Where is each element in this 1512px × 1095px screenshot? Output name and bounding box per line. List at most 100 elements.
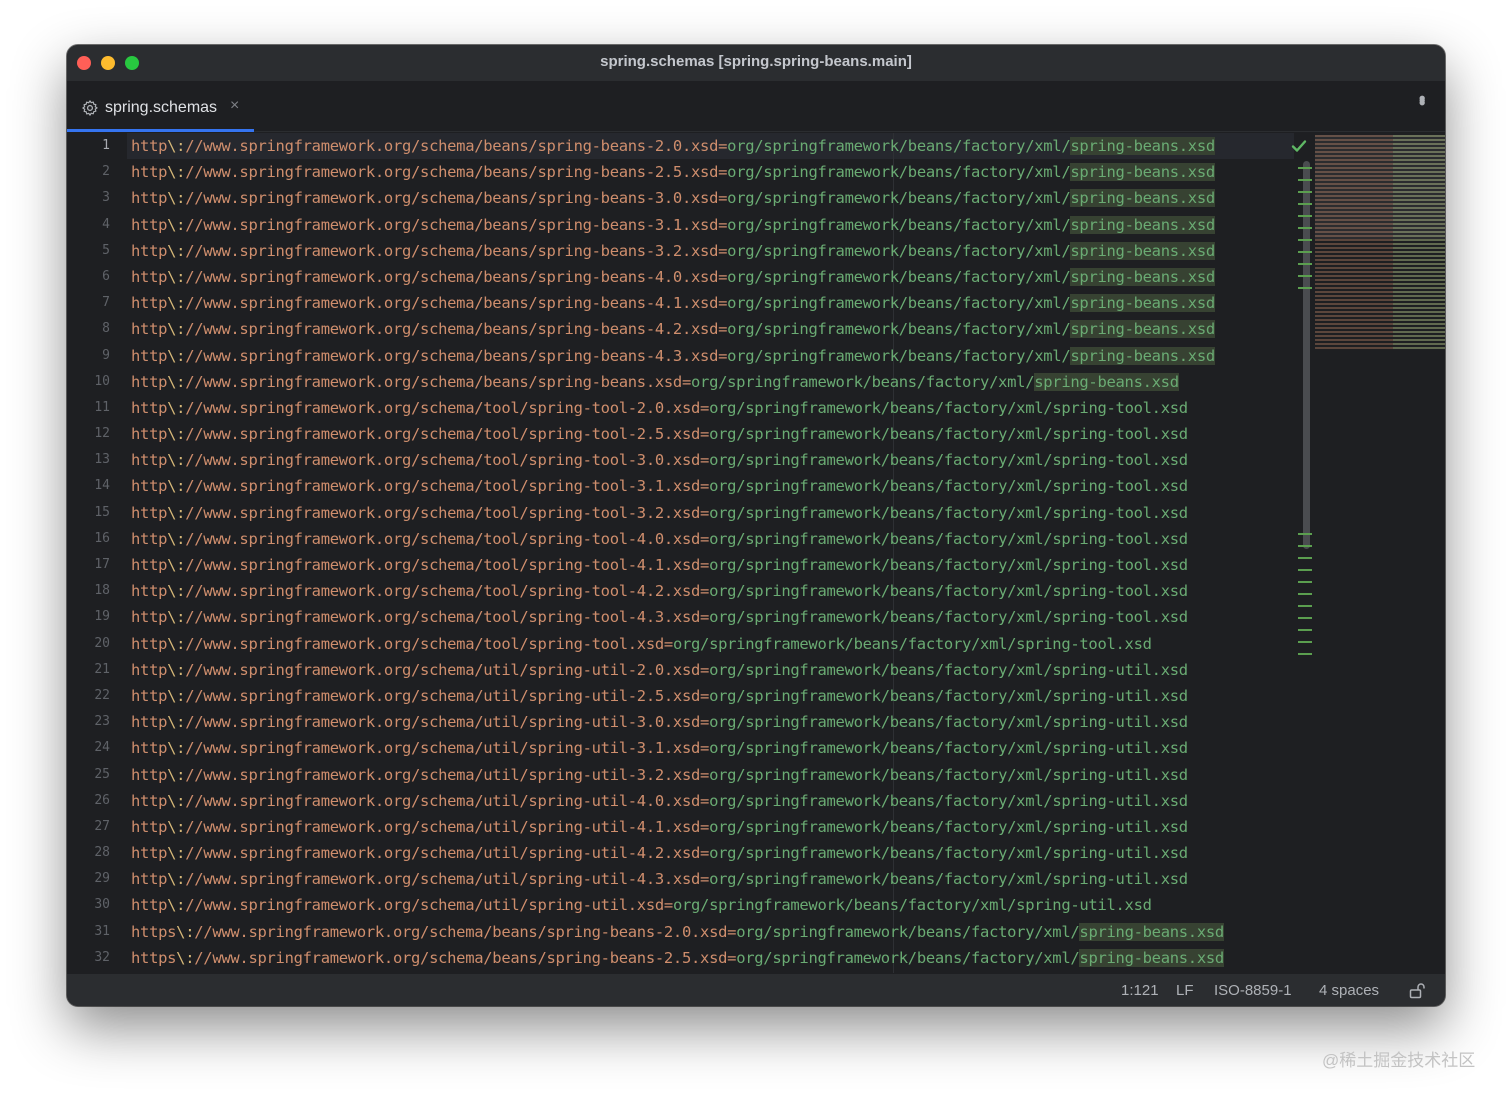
code-line: http\://www.springframework.org/schema/u… <box>127 866 1294 892</box>
code-line: http\://www.springframework.org/schema/t… <box>127 447 1294 473</box>
code-line: http\://www.springframework.org/schema/t… <box>127 421 1294 447</box>
property-value-file: spring-beans.xsd <box>1034 372 1179 391</box>
escaped-colon: \: <box>167 503 186 522</box>
line-number: 1 <box>102 138 110 153</box>
property-value-file: spring-tool.xsd <box>1052 477 1188 496</box>
property-key: http <box>131 163 168 182</box>
tab-spring-schemas[interactable]: spring.schemas × <box>67 82 254 132</box>
line-number: 12 <box>94 426 110 442</box>
property-key: http <box>131 241 168 260</box>
code-line: http\://www.springframework.org/schema/t… <box>127 578 1294 604</box>
window-title: spring.schemas [spring.spring-beans.main… <box>600 53 912 70</box>
equals-sign: = <box>700 739 710 758</box>
code-line: https\://www.springframework.org/schema/… <box>127 945 1294 971</box>
property-value-path: org/springframework/beans/factory/xml/ <box>709 608 1053 627</box>
watermark: @稀土掘金技术社区 <box>1322 1051 1476 1070</box>
property-value-path: org/springframework/beans/factory/xml/ <box>727 267 1071 286</box>
property-value-path: org/springframework/beans/factory/xml/ <box>709 817 1053 836</box>
escaped-colon: \: <box>167 739 186 758</box>
code-line: http\://www.springframework.org/schema/b… <box>127 185 1294 211</box>
line-number: 6 <box>102 268 110 284</box>
property-value-path: org/springframework/beans/factory/xml/ <box>709 451 1053 470</box>
property-key-url: //www.springframework.org/schema/tool/sp… <box>185 608 701 627</box>
property-key-url: //www.springframework.org/schema/tool/sp… <box>185 398 701 417</box>
property-value-file: spring-tool.xsd <box>1052 556 1188 574</box>
property-key-url: //www.springframework.org/schema/beans/s… <box>185 189 719 208</box>
line-number: 5 <box>102 242 110 258</box>
editor-right-strip <box>1280 133 1314 973</box>
escaped-colon: \: <box>167 294 186 313</box>
line-number: 27 <box>94 818 110 834</box>
property-value-path: org/springframework/beans/factory/xml/ <box>709 660 1053 679</box>
property-key: http <box>131 870 168 889</box>
code-line: http\://www.springframework.org/schema/t… <box>127 500 1294 526</box>
minimap-viewport[interactable] <box>1315 135 1445 239</box>
line-number: 8 <box>102 321 110 337</box>
property-value-file: spring-tool.xsd <box>1052 398 1188 417</box>
line-number: 16 <box>94 530 110 546</box>
line-separator[interactable]: LF <box>1176 982 1194 999</box>
property-key: http <box>131 425 168 444</box>
code-line: http\://www.springframework.org/schema/b… <box>127 133 1294 159</box>
code-line: http\://www.springframework.org/schema/b… <box>127 238 1294 264</box>
caret-position[interactable]: 1:121 <box>1121 982 1159 999</box>
escaped-colon: \: <box>167 425 186 444</box>
escaped-colon: \: <box>167 137 186 155</box>
property-value-file: spring-util.xsd <box>1052 765 1188 784</box>
check-icon[interactable] <box>1291 139 1307 153</box>
code-line: http\://www.springframework.org/schema/u… <box>127 840 1294 866</box>
equals-sign: = <box>663 634 673 653</box>
equals-sign: = <box>718 294 728 313</box>
equals-sign: = <box>700 817 710 836</box>
property-value-path: org/springframework/beans/factory/xml/ <box>727 320 1071 339</box>
property-key: http <box>131 582 168 601</box>
minimap[interactable] <box>1315 135 1445 975</box>
property-key-url: //www.springframework.org/schema/tool/sp… <box>185 634 664 653</box>
line-number: 20 <box>94 635 110 651</box>
property-key: http <box>131 215 168 234</box>
property-key-url: //www.springframework.org/schema/tool/sp… <box>185 556 701 574</box>
line-number: 11 <box>94 399 110 415</box>
property-value-file: spring-util.xsd <box>1052 739 1188 758</box>
code-editor[interactable]: http\://www.springframework.org/schema/b… <box>127 133 1294 973</box>
escaped-colon: \: <box>167 582 186 601</box>
property-value-file: spring-beans.xsd <box>1079 948 1224 967</box>
escaped-colon: \: <box>167 451 186 470</box>
equals-sign: = <box>718 137 728 155</box>
property-value-path: org/springframework/beans/factory/xml/ <box>736 922 1080 941</box>
property-value-path: org/springframework/beans/factory/xml/ <box>709 477 1053 496</box>
unlock-icon[interactable] <box>1409 982 1425 999</box>
line-number: 10 <box>94 373 110 389</box>
line-number: 29 <box>94 871 110 887</box>
property-key: http <box>131 346 168 365</box>
equals-sign: = <box>718 215 728 234</box>
equals-sign: = <box>718 267 728 286</box>
property-key-url: //www.springframework.org/schema/beans/s… <box>185 320 719 339</box>
indent-setting[interactable]: 4 spaces <box>1319 982 1379 999</box>
property-value-file: spring-beans.xsd <box>1070 241 1215 260</box>
line-number: 18 <box>94 583 110 599</box>
equals-sign: = <box>700 425 710 444</box>
file-encoding[interactable]: ISO-8859-1 <box>1214 982 1292 999</box>
line-number: 30 <box>94 897 110 913</box>
equals-sign: = <box>700 451 710 470</box>
equals-sign: = <box>718 320 728 339</box>
line-number: 23 <box>94 714 110 730</box>
escaped-colon: \: <box>167 267 186 286</box>
property-key-url: //www.springframework.org/schema/util/sp… <box>185 713 701 732</box>
property-key: http <box>131 896 168 915</box>
property-value-file: spring-beans.xsd <box>1070 189 1215 208</box>
equals-sign: = <box>700 608 710 627</box>
property-key: http <box>131 294 168 313</box>
property-key: http <box>131 713 168 732</box>
property-key-url: //www.springframework.org/schema/util/sp… <box>185 844 701 863</box>
escaped-colon: \: <box>176 922 195 941</box>
line-number: 19 <box>94 609 110 625</box>
more-options-icon[interactable]: ••• <box>1412 95 1432 102</box>
code-line: http\://www.springframework.org/schema/u… <box>127 892 1294 918</box>
tab-label: spring.schemas <box>105 99 218 116</box>
property-key: http <box>131 320 168 339</box>
property-value-file: spring-util.xsd <box>1052 660 1188 679</box>
escaped-colon: \: <box>167 163 186 182</box>
tab-close-icon[interactable]: × <box>230 97 239 115</box>
